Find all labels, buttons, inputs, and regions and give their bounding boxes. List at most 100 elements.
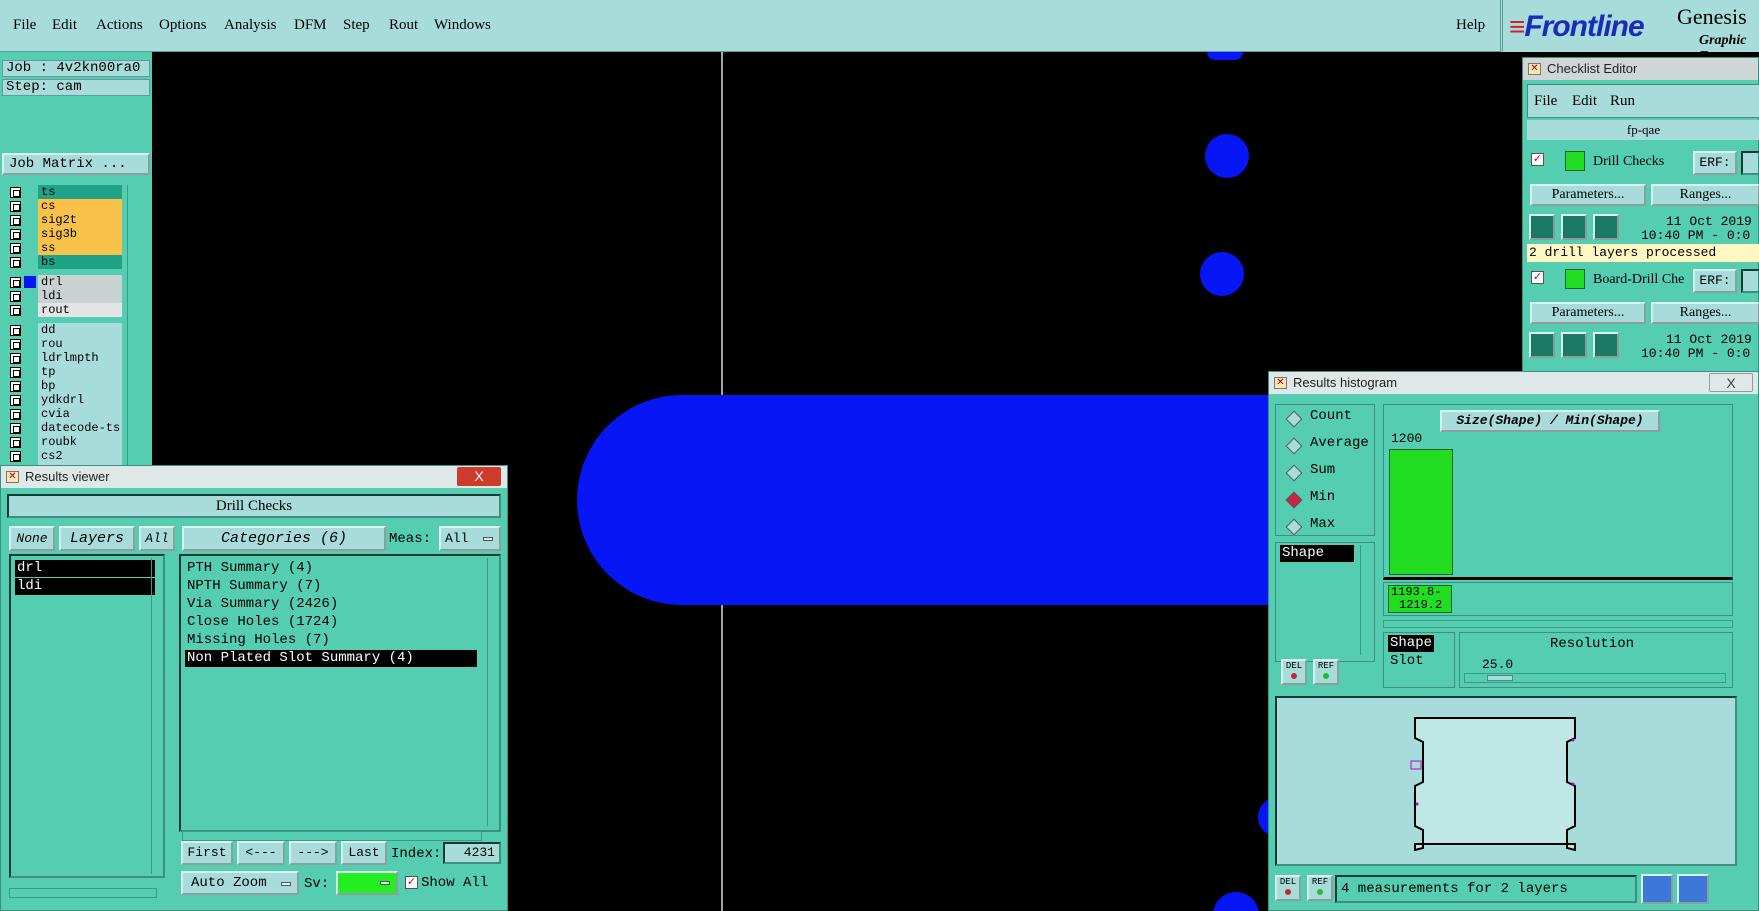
layer-name[interactable]: ydkdrl <box>38 393 122 407</box>
option-count[interactable]: Count <box>1310 408 1352 424</box>
del-button[interactable]: DEL <box>1281 659 1307 685</box>
layer-name[interactable]: drl <box>38 275 122 289</box>
layer-row[interactable]: ldi <box>2 289 122 303</box>
layer-row[interactable]: ldrlmpth <box>2 351 122 365</box>
option-sum[interactable]: Sum <box>1310 462 1335 478</box>
action-enable-checkbox[interactable]: ✓ <box>1531 271 1544 284</box>
ranges-button[interactable]: Ranges... <box>1651 184 1759 206</box>
run-interactive-icon[interactable] <box>1561 332 1587 358</box>
layer-checkbox[interactable] <box>10 339 21 350</box>
ref-button[interactable]: REF <box>1313 659 1339 685</box>
layer-checkbox[interactable] <box>10 305 21 316</box>
list-item[interactable]: ldi <box>15 578 155 595</box>
close-button[interactable]: X <box>457 467 501 486</box>
ce-menu-edit[interactable]: Edit <box>1572 93 1597 110</box>
erf-button[interactable]: ERF: <box>1693 269 1737 293</box>
layer-checkbox[interactable] <box>10 423 21 434</box>
layer-checkbox[interactable] <box>10 257 21 268</box>
layer-checkbox[interactable] <box>10 243 21 254</box>
layer-name[interactable]: ldi <box>38 289 122 303</box>
radio-min[interactable] <box>1285 491 1303 509</box>
last-button[interactable]: Last <box>341 841 387 865</box>
layer-name[interactable]: sig3b <box>38 227 122 241</box>
categories-button[interactable]: Categories (6) <box>182 526 386 551</box>
layer-results-list[interactable]: drl ldi <box>9 554 165 878</box>
layer-name[interactable]: cvia <box>38 407 122 421</box>
layer-name[interactable]: dd <box>38 323 122 337</box>
menu-dfm[interactable]: DFM <box>294 17 327 34</box>
category-list[interactable]: PTH Summary (4) NPTH Summary (7) Via Summa… <box>179 554 501 832</box>
parameters-button[interactable]: Parameters... <box>1530 302 1646 324</box>
layer-name[interactable]: bp <box>38 379 122 393</box>
all-button[interactable]: All <box>139 526 175 551</box>
layer-checkbox[interactable] <box>10 187 21 198</box>
layer-name[interactable]: cs <box>38 199 122 213</box>
menu-options[interactable]: Options <box>159 17 207 34</box>
first-button[interactable]: First <box>181 841 233 865</box>
layer-name[interactable]: cs2 <box>38 449 122 463</box>
ce-menu-file[interactable]: File <box>1534 93 1557 110</box>
category-item[interactable]: PTH Summary (4) <box>185 560 477 577</box>
vertical-scrollbar[interactable] <box>1360 545 1372 655</box>
layer-row[interactable]: dd <box>2 323 122 337</box>
layer-row[interactable]: bs <box>2 255 122 269</box>
show-all-checkbox[interactable]: ✓ <box>405 876 418 889</box>
list-item[interactable]: Shape <box>1388 635 1434 652</box>
meas-select[interactable]: All <box>439 526 501 551</box>
run-stop-icon[interactable] <box>1593 214 1619 240</box>
layer-checkbox[interactable] <box>10 437 21 448</box>
layer-checkbox[interactable] <box>10 409 21 420</box>
radio-sum[interactable] <box>1285 464 1303 482</box>
layers-button[interactable]: Layers <box>59 526 135 551</box>
category-item[interactable]: Close Holes (1724) <box>185 614 477 631</box>
layer-checkbox[interactable] <box>10 381 21 392</box>
layer-name[interactable]: tp <box>38 365 122 379</box>
layer-name[interactable]: bs <box>38 255 122 269</box>
slider-thumb[interactable] <box>1487 675 1513 681</box>
layer-checkbox[interactable] <box>10 229 21 240</box>
list-item[interactable]: Shape <box>1280 545 1354 562</box>
erf-field[interactable] <box>1741 269 1759 293</box>
layer-name[interactable]: rou <box>38 337 122 351</box>
layer-checkbox[interactable] <box>10 277 21 288</box>
category-item[interactable]: Via Summary (2426) <box>185 596 477 613</box>
vertical-scrollbar[interactable] <box>487 558 497 826</box>
layer-row[interactable]: sig2t <box>2 213 122 227</box>
sv-color-select[interactable] <box>336 871 398 895</box>
option-min[interactable]: Min <box>1310 489 1335 505</box>
layer-row[interactable]: ts <box>2 185 122 199</box>
layer-row[interactable]: cs2 <box>2 449 122 463</box>
histogram-bar[interactable] <box>1389 449 1453 575</box>
menu-actions[interactable]: Actions <box>96 17 143 34</box>
layer-row[interactable]: ydkdrl <box>2 393 122 407</box>
erf-field[interactable] <box>1741 151 1759 175</box>
index-field[interactable]: 4231 <box>443 842 501 864</box>
layer-row[interactable]: cvia <box>2 407 122 421</box>
action-enable-checkbox[interactable]: ✓ <box>1531 153 1544 166</box>
bar-range-label[interactable]: 1193.8- 1219.2 <box>1388 585 1452 613</box>
next-button[interactable]: ---> <box>289 841 337 865</box>
layer-name[interactable]: ss <box>38 241 122 255</box>
type-list[interactable]: Shape Slot <box>1383 632 1455 688</box>
horizontal-scrollbar[interactable] <box>182 831 482 841</box>
measurement-list[interactable]: Shape <box>1275 542 1375 662</box>
radio-average[interactable] <box>1285 437 1303 455</box>
layer-row[interactable]: rout <box>2 303 122 317</box>
erf-button[interactable]: ERF: <box>1693 151 1737 175</box>
category-item[interactable]: NPTH Summary (7) <box>185 578 477 595</box>
menu-edit[interactable]: Edit <box>52 17 77 34</box>
layer-row[interactable]: cs <box>2 199 122 213</box>
option-max[interactable]: Max <box>1310 516 1335 532</box>
layer-checkbox[interactable] <box>10 451 21 462</box>
layer-row[interactable]: drl <box>2 275 122 289</box>
prev-button[interactable]: <--- <box>237 841 285 865</box>
layer-name[interactable]: datecode-ts <box>38 421 122 435</box>
layer-checkbox[interactable] <box>10 395 21 406</box>
horizontal-scrollbar[interactable] <box>9 888 157 898</box>
board-preview[interactable] <box>1275 696 1737 866</box>
horizontal-scrollbar[interactable] <box>1383 620 1733 628</box>
menu-analysis[interactable]: Analysis <box>224 17 277 34</box>
none-button[interactable]: None <box>9 526 55 551</box>
vertical-scrollbar[interactable] <box>151 558 161 874</box>
menu-step[interactable]: Step <box>343 17 370 34</box>
